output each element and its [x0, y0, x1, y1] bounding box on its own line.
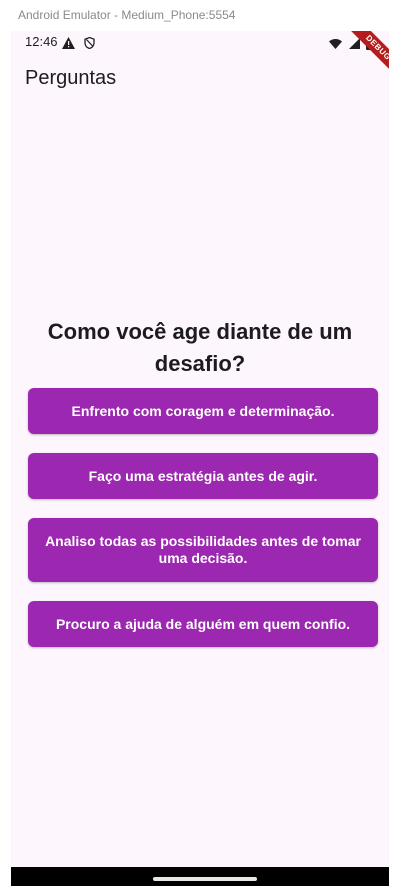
emulator-bezel-left: [0, 31, 11, 886]
shield-icon: [83, 36, 95, 49]
emulator-window-title: Android Emulator - Medium_Phone:5554: [0, 0, 400, 31]
wifi-icon: [329, 38, 342, 49]
answer-button[interactable]: Analiso todas as possibilidades antes de…: [28, 518, 378, 582]
question-text: Como você age diante de um desafio?: [47, 319, 353, 376]
status-left-icons: [62, 34, 100, 49]
emulator-bezel-right: [389, 31, 400, 886]
answer-button[interactable]: Faço uma estratégia antes de agir.: [28, 453, 378, 499]
answer-button[interactable]: Enfrento com coragem e determinação.: [28, 388, 378, 434]
signal-icon: [348, 38, 360, 50]
app-bar: Perguntas: [11, 53, 389, 105]
status-bar: 12:46: [11, 31, 389, 53]
warning-icon: [62, 36, 75, 49]
answer-button[interactable]: Procuro a ajuda de alguém em quem confio…: [28, 601, 378, 647]
navigation-bar: [11, 867, 389, 886]
home-gesture-handle[interactable]: [153, 877, 257, 881]
status-time: 12:46: [25, 34, 58, 49]
page-title: Perguntas: [25, 67, 117, 89]
phone-screen: 12:46 DEBUG Perguntas Como você age dian…: [11, 31, 389, 867]
